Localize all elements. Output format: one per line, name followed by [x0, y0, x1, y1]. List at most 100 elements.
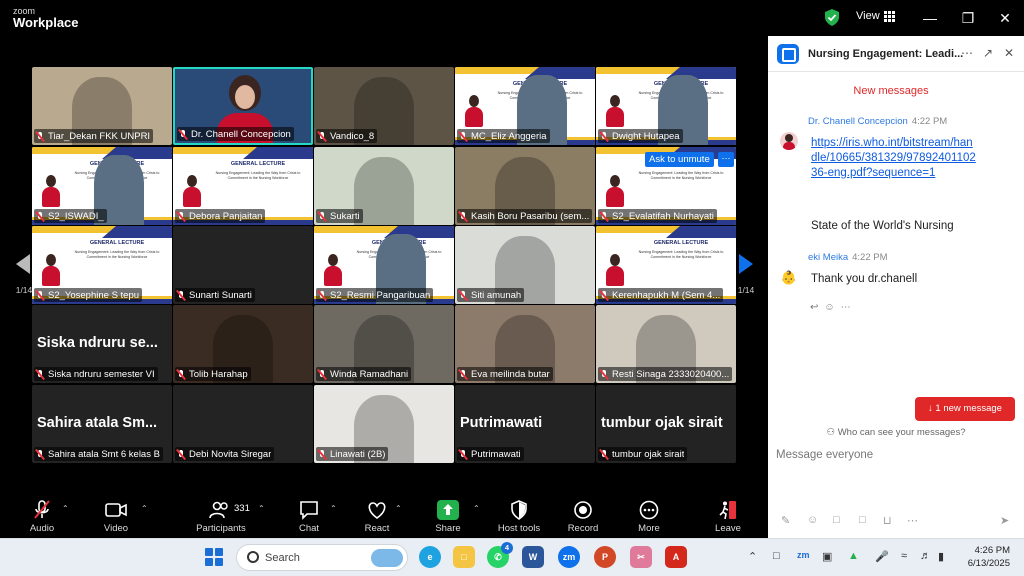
chat-more-icon[interactable]: ⋯	[961, 46, 973, 60]
taskbar-clock[interactable]: 4:26 PM 6/13/2025	[954, 544, 1010, 570]
tray-zoom-icon[interactable]: zm	[797, 550, 810, 560]
format-icon[interactable]: ✎	[781, 514, 790, 527]
tray-mic-icon[interactable]: 🎤	[875, 550, 889, 563]
powerpoint-icon[interactable]: P	[594, 546, 616, 568]
chat-button[interactable]: Chat	[287, 492, 331, 538]
sender-name[interactable]: Dr. Chanell Concepcion	[808, 116, 908, 127]
video-options-caret[interactable]: ⌃	[141, 492, 151, 538]
ask-to-unmute-button[interactable]: Ask to unmute	[645, 152, 714, 167]
participant-name: Linawati (2B)	[330, 448, 386, 460]
view-button[interactable]: View	[856, 10, 895, 22]
tile-more-button[interactable]: ⋯	[718, 152, 734, 167]
word-icon[interactable]: W	[522, 546, 544, 568]
participant-tile[interactable]: Sukarti	[314, 147, 454, 225]
participant-tile[interactable]: GENERAL LECTURENursing Engagement: Leadi…	[32, 147, 172, 225]
popout-icon[interactable]: ↗	[983, 46, 993, 60]
participant-tile[interactable]: Winda Ramadhani	[314, 305, 454, 383]
mic-muted-icon	[35, 369, 45, 380]
more-button[interactable]: More	[627, 492, 671, 538]
encryption-shield-icon[interactable]	[824, 9, 840, 26]
file-icon[interactable]: □	[859, 514, 866, 526]
participants-button[interactable]: 331 Participants	[190, 492, 252, 538]
clock-time: 4:26 PM	[974, 545, 1010, 556]
volume-icon[interactable]: ♬	[920, 550, 931, 562]
participant-tile[interactable]: GENERAL LECTURENursing Engagement: Leadi…	[596, 67, 736, 145]
tray-app-icon[interactable]: □	[773, 550, 780, 562]
wifi-icon[interactable]: ≈	[901, 550, 907, 562]
acrobat-icon[interactable]: A	[665, 546, 687, 568]
participant-tile[interactable]: Siska ndruru se... Siska ndruru semester …	[32, 305, 172, 383]
sender-name[interactable]: eki Meika	[808, 252, 848, 263]
record-button[interactable]: Record	[561, 492, 605, 538]
message-link[interactable]: https://iris.who.int/bitstream/handle/10…	[811, 136, 976, 181]
participant-tile[interactable]: Putrimawati Putrimawati	[455, 385, 595, 463]
react-options-caret[interactable]: ⌃	[395, 492, 405, 538]
participant-tile[interactable]: Sunarti Sunarti	[173, 226, 313, 304]
mic-muted-icon	[458, 211, 468, 222]
taskbar-search[interactable]: Search	[236, 544, 408, 571]
participants-options-caret[interactable]: ⌃	[258, 492, 268, 538]
battery-icon[interactable]: ▮	[938, 550, 944, 563]
reply-icon[interactable]: ↩	[810, 302, 824, 313]
mic-muted-icon	[317, 449, 327, 460]
participant-tile[interactable]: Siti amunah	[455, 226, 595, 304]
snipping-tool-icon[interactable]: ✂	[630, 546, 652, 568]
audio-options-caret[interactable]: ⌃	[62, 492, 72, 538]
participant-tile[interactable]: Dr. Chanell Concepcion	[173, 67, 313, 145]
zoom-taskbar-icon[interactable]: zm	[558, 546, 580, 568]
participant-tile[interactable]: GENERAL LECTURENursing Engagement: Leadi…	[455, 67, 595, 145]
participant-tile[interactable]: Linawati (2B)	[314, 385, 454, 463]
edge-icon[interactable]: e	[419, 546, 441, 568]
message-more-icon[interactable]: ⋯	[841, 302, 857, 313]
next-page-button[interactable]: 1/14	[730, 252, 760, 310]
code-icon[interactable]: ⊔	[883, 514, 892, 527]
participant-tile[interactable]: tumbur ojak sirait tumbur ojak sirait	[596, 385, 736, 463]
participant-tile[interactable]: Tiar_Dekan FKK UNPRI	[32, 67, 172, 145]
windows-start-icon[interactable]	[205, 548, 223, 566]
close-icon[interactable]: ✕	[994, 8, 1016, 28]
restore-icon[interactable]: ❐	[957, 8, 979, 28]
participant-tile[interactable]: Eva meilinda butar	[455, 305, 595, 383]
participant-name-bar: Vandico_8	[316, 129, 378, 143]
participant-tile[interactable]: GENERAL LECTURENursing Engagement: Leadi…	[32, 226, 172, 304]
tray-security-icon[interactable]: ▲	[848, 550, 859, 562]
arrow-left-icon	[16, 254, 30, 274]
more-compose-icon[interactable]: ⋯	[907, 514, 918, 527]
share-button[interactable]: Share	[426, 492, 470, 538]
emoji-react-icon[interactable]: ☺	[824, 302, 840, 313]
tray-screen-icon[interactable]: ▣	[822, 550, 832, 563]
send-icon[interactable]: ➤	[1000, 514, 1009, 527]
participant-tile[interactable]: GENERAL LECTURENursing Engagement: Leadi…	[596, 226, 736, 304]
message-input[interactable]: Message everyone	[776, 449, 1016, 461]
chat-close-icon[interactable]: ✕	[1004, 46, 1014, 60]
participant-tile[interactable]: Tolib Harahap	[173, 305, 313, 383]
minimize-icon[interactable]: —	[919, 8, 941, 28]
video-label: Video	[103, 523, 129, 534]
participant-tile[interactable]: Resti Sinaga 2333020400...	[596, 305, 736, 383]
participant-tile[interactable]: Kasih Boru Pasaribu (sem...	[455, 147, 595, 225]
participant-name-bar: Winda Ramadhani	[316, 367, 412, 381]
chat-options-caret[interactable]: ⌃	[330, 492, 340, 538]
share-options-caret[interactable]: ⌃	[473, 492, 483, 538]
participant-tile[interactable]: Vandico_8	[314, 67, 454, 145]
tray-overflow-icon[interactable]: ⌃	[748, 550, 757, 563]
participant-tile[interactable]: GENERAL LECTURENursing Engagement: Leadi…	[314, 226, 454, 304]
host-tools-button[interactable]: Host tools	[494, 492, 544, 538]
audio-button[interactable]: Audio	[20, 492, 64, 538]
participant-tile[interactable]: Debi Novita Siregar	[173, 385, 313, 463]
participant-tile[interactable]: GENERAL LECTURENursing Engagement: Leadi…	[173, 147, 313, 225]
whatsapp-icon[interactable]: ✆ 4	[487, 542, 513, 568]
video-button[interactable]: Video	[94, 492, 138, 538]
leave-button[interactable]: Leave	[706, 492, 750, 538]
file-explorer-icon[interactable]: □	[453, 546, 475, 568]
previous-page-button[interactable]: 1/14	[8, 252, 38, 310]
participant-tile[interactable]: Sahira atala Sm... Sahira atala Smt 6 kel…	[32, 385, 172, 463]
new-message-button[interactable]: ↓ 1 new message	[915, 397, 1015, 421]
screenshot-icon[interactable]: □	[833, 514, 840, 526]
chat-title[interactable]: Nursing Engagement: Leadi...	[808, 48, 963, 60]
mic-muted-icon	[599, 449, 609, 460]
participant-name-bar: Sunarti Sunarti	[175, 288, 255, 302]
who-can-see-link[interactable]: ⚇ Who can see your messages?	[768, 427, 1024, 438]
react-button[interactable]: React	[355, 492, 399, 538]
emoji-icon[interactable]: ☺	[807, 514, 818, 526]
